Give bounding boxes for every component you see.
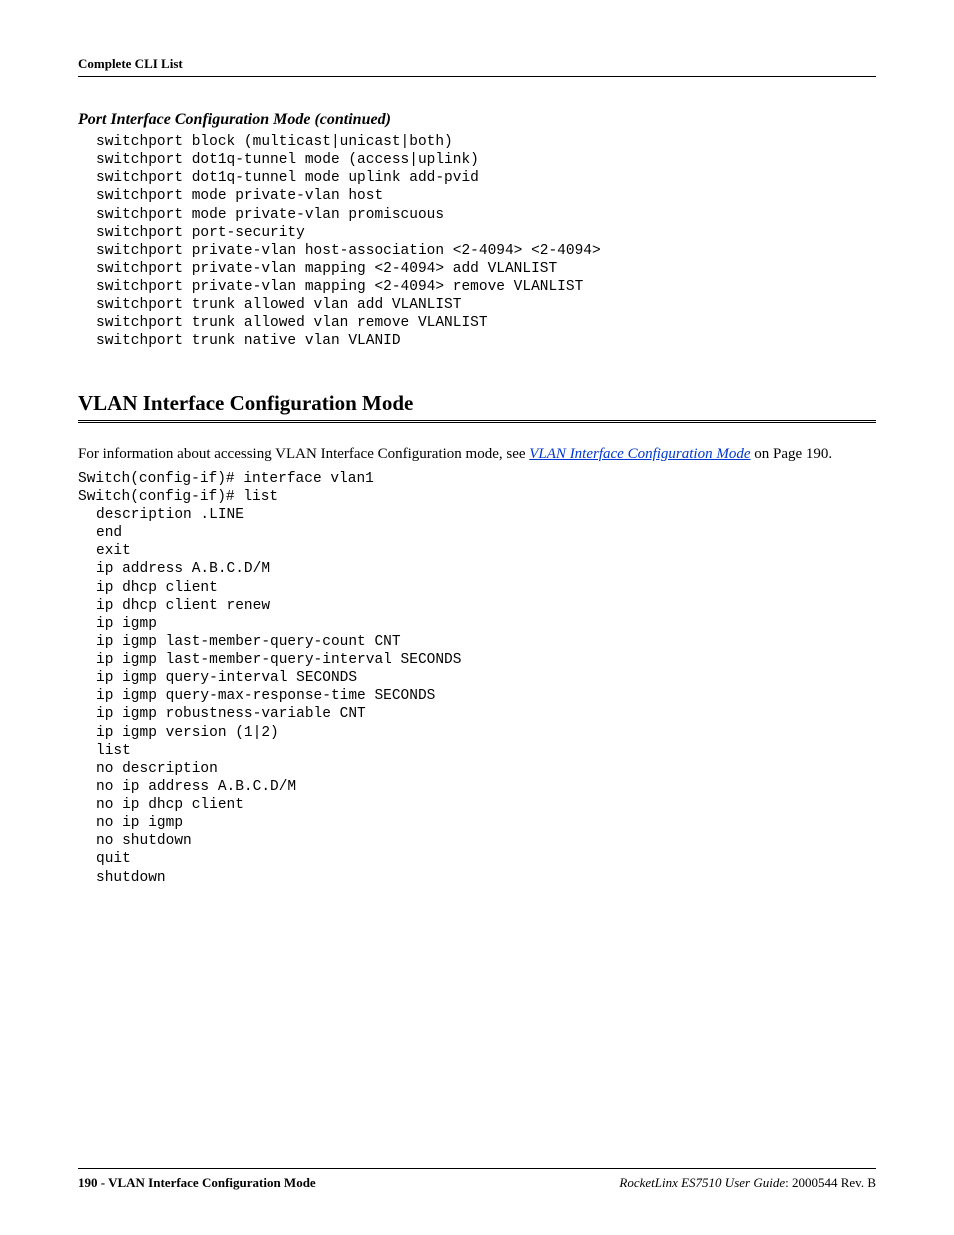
section-heading-vlan: VLAN Interface Configuration Mode: [78, 391, 876, 416]
code-block-vlan-interface: description .LINE end exit ip address A.…: [78, 506, 876, 887]
header-rule: [78, 76, 876, 77]
document-page: Complete CLI List Port Interface Configu…: [0, 0, 954, 1235]
page-footer: 190 - VLAN Interface Configuration Mode …: [78, 1168, 876, 1191]
section-subheading-continued: Port Interface Configuration Mode (conti…: [78, 111, 876, 129]
footer-revision: : 2000544 Rev. B: [785, 1175, 876, 1190]
footer-product-name: RocketLinx ES7510 User Guide: [619, 1175, 785, 1190]
code-block-prompt-lines: Switch(config-if)# interface vlan1 Switc…: [78, 470, 876, 506]
footer-left: 190 - VLAN Interface Configuration Mode: [78, 1175, 316, 1191]
code-block-port-interface: switchport block (multicast|unicast|both…: [78, 133, 876, 351]
running-head: Complete CLI List: [78, 56, 876, 72]
section-rule: [78, 420, 876, 426]
intro-paragraph: For information about accessing VLAN Int…: [78, 444, 876, 464]
footer-right: RocketLinx ES7510 User Guide: 2000544 Re…: [619, 1175, 876, 1191]
cross-reference-link[interactable]: VLAN Interface Configuration Mode: [529, 446, 750, 462]
intro-text-suffix: on Page 190.: [751, 446, 833, 462]
intro-text-prefix: For information about accessing VLAN Int…: [78, 446, 529, 462]
